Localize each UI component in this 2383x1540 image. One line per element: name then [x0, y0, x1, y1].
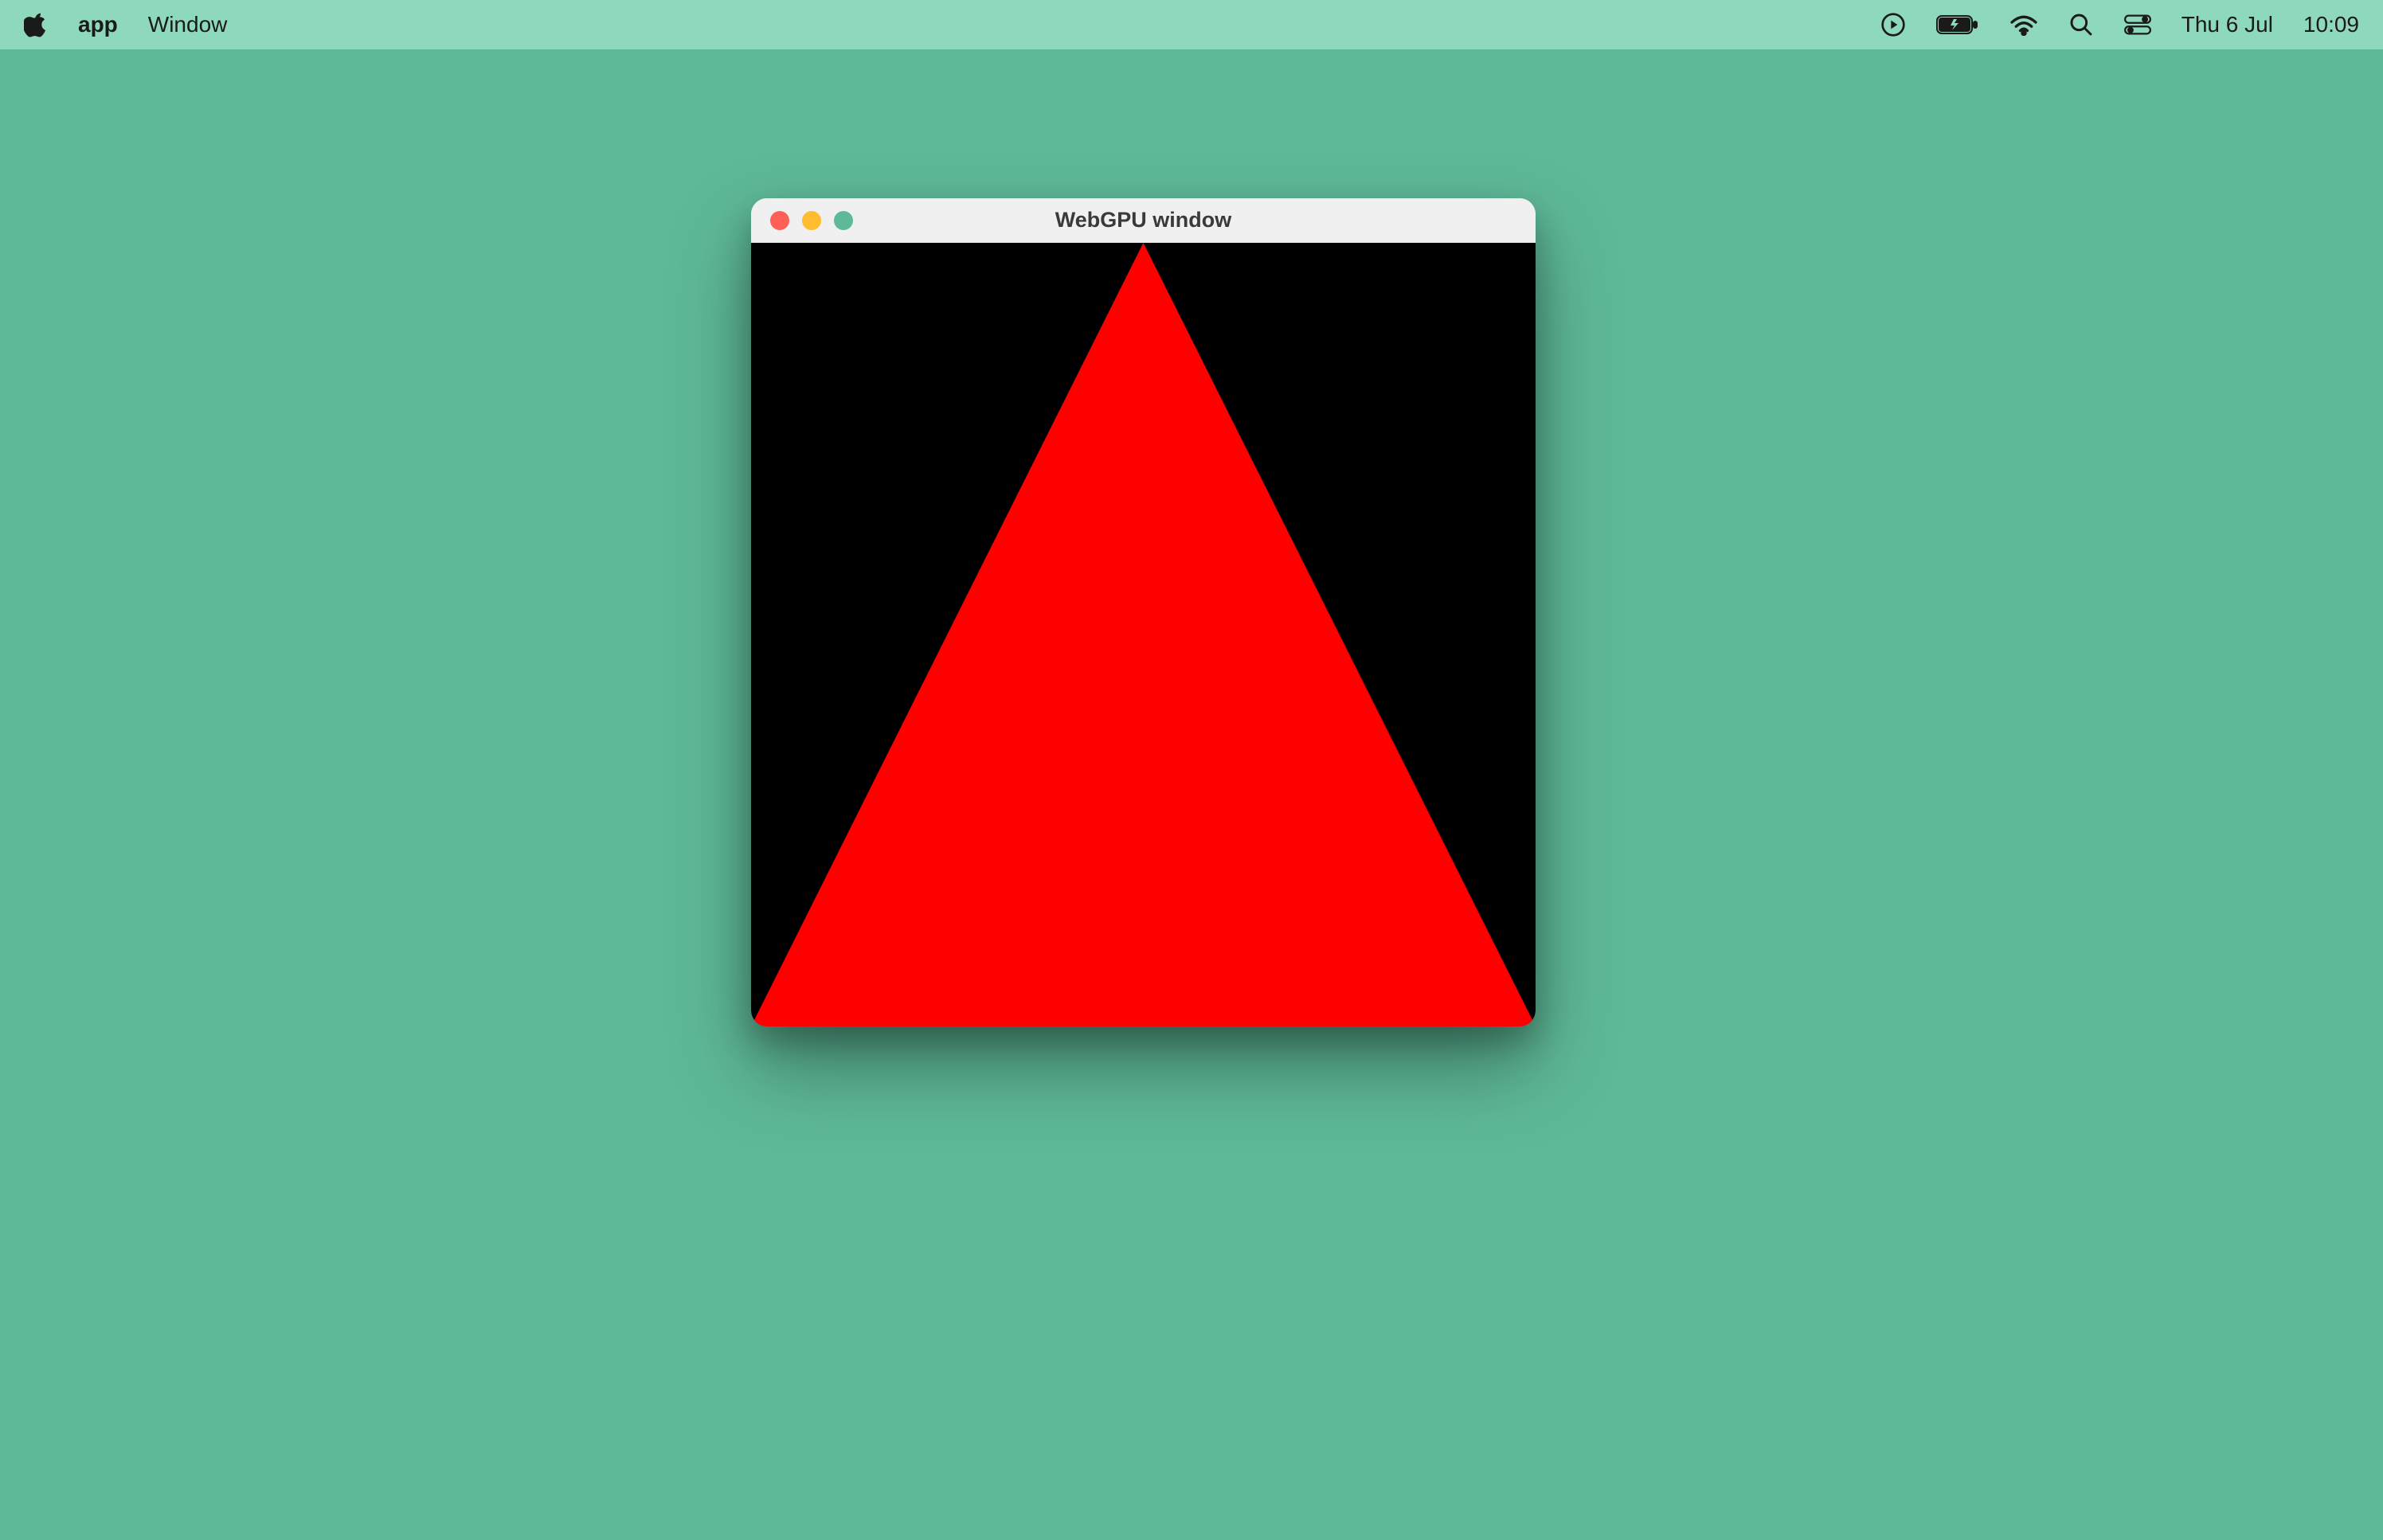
close-button[interactable]: [770, 211, 789, 230]
status-time[interactable]: 10:09: [2303, 12, 2359, 37]
battery-icon[interactable]: [1936, 14, 1979, 36]
apple-logo-icon[interactable]: [24, 11, 48, 38]
red-triangle: [751, 243, 1536, 1026]
traffic-lights: [770, 211, 853, 230]
menubar: app Window: [0, 0, 2383, 49]
maximize-button[interactable]: [834, 211, 853, 230]
search-icon[interactable]: [2068, 12, 2094, 37]
menubar-left: app Window: [24, 11, 227, 38]
app-window: WebGPU window: [751, 198, 1536, 1026]
status-date[interactable]: Thu 6 Jul: [2181, 12, 2273, 37]
menu-app-name[interactable]: app: [78, 12, 118, 37]
minimize-button[interactable]: [802, 211, 821, 230]
control-center-icon[interactable]: [2124, 14, 2151, 36]
play-circle-icon[interactable]: [1880, 12, 1906, 37]
menu-item-window[interactable]: Window: [148, 12, 228, 37]
render-canvas: [751, 243, 1536, 1026]
window-title: WebGPU window: [751, 208, 1536, 233]
window-titlebar[interactable]: WebGPU window: [751, 198, 1536, 243]
menubar-right: Thu 6 Jul 10:09: [1880, 12, 2359, 37]
wifi-icon[interactable]: [2009, 14, 2038, 36]
